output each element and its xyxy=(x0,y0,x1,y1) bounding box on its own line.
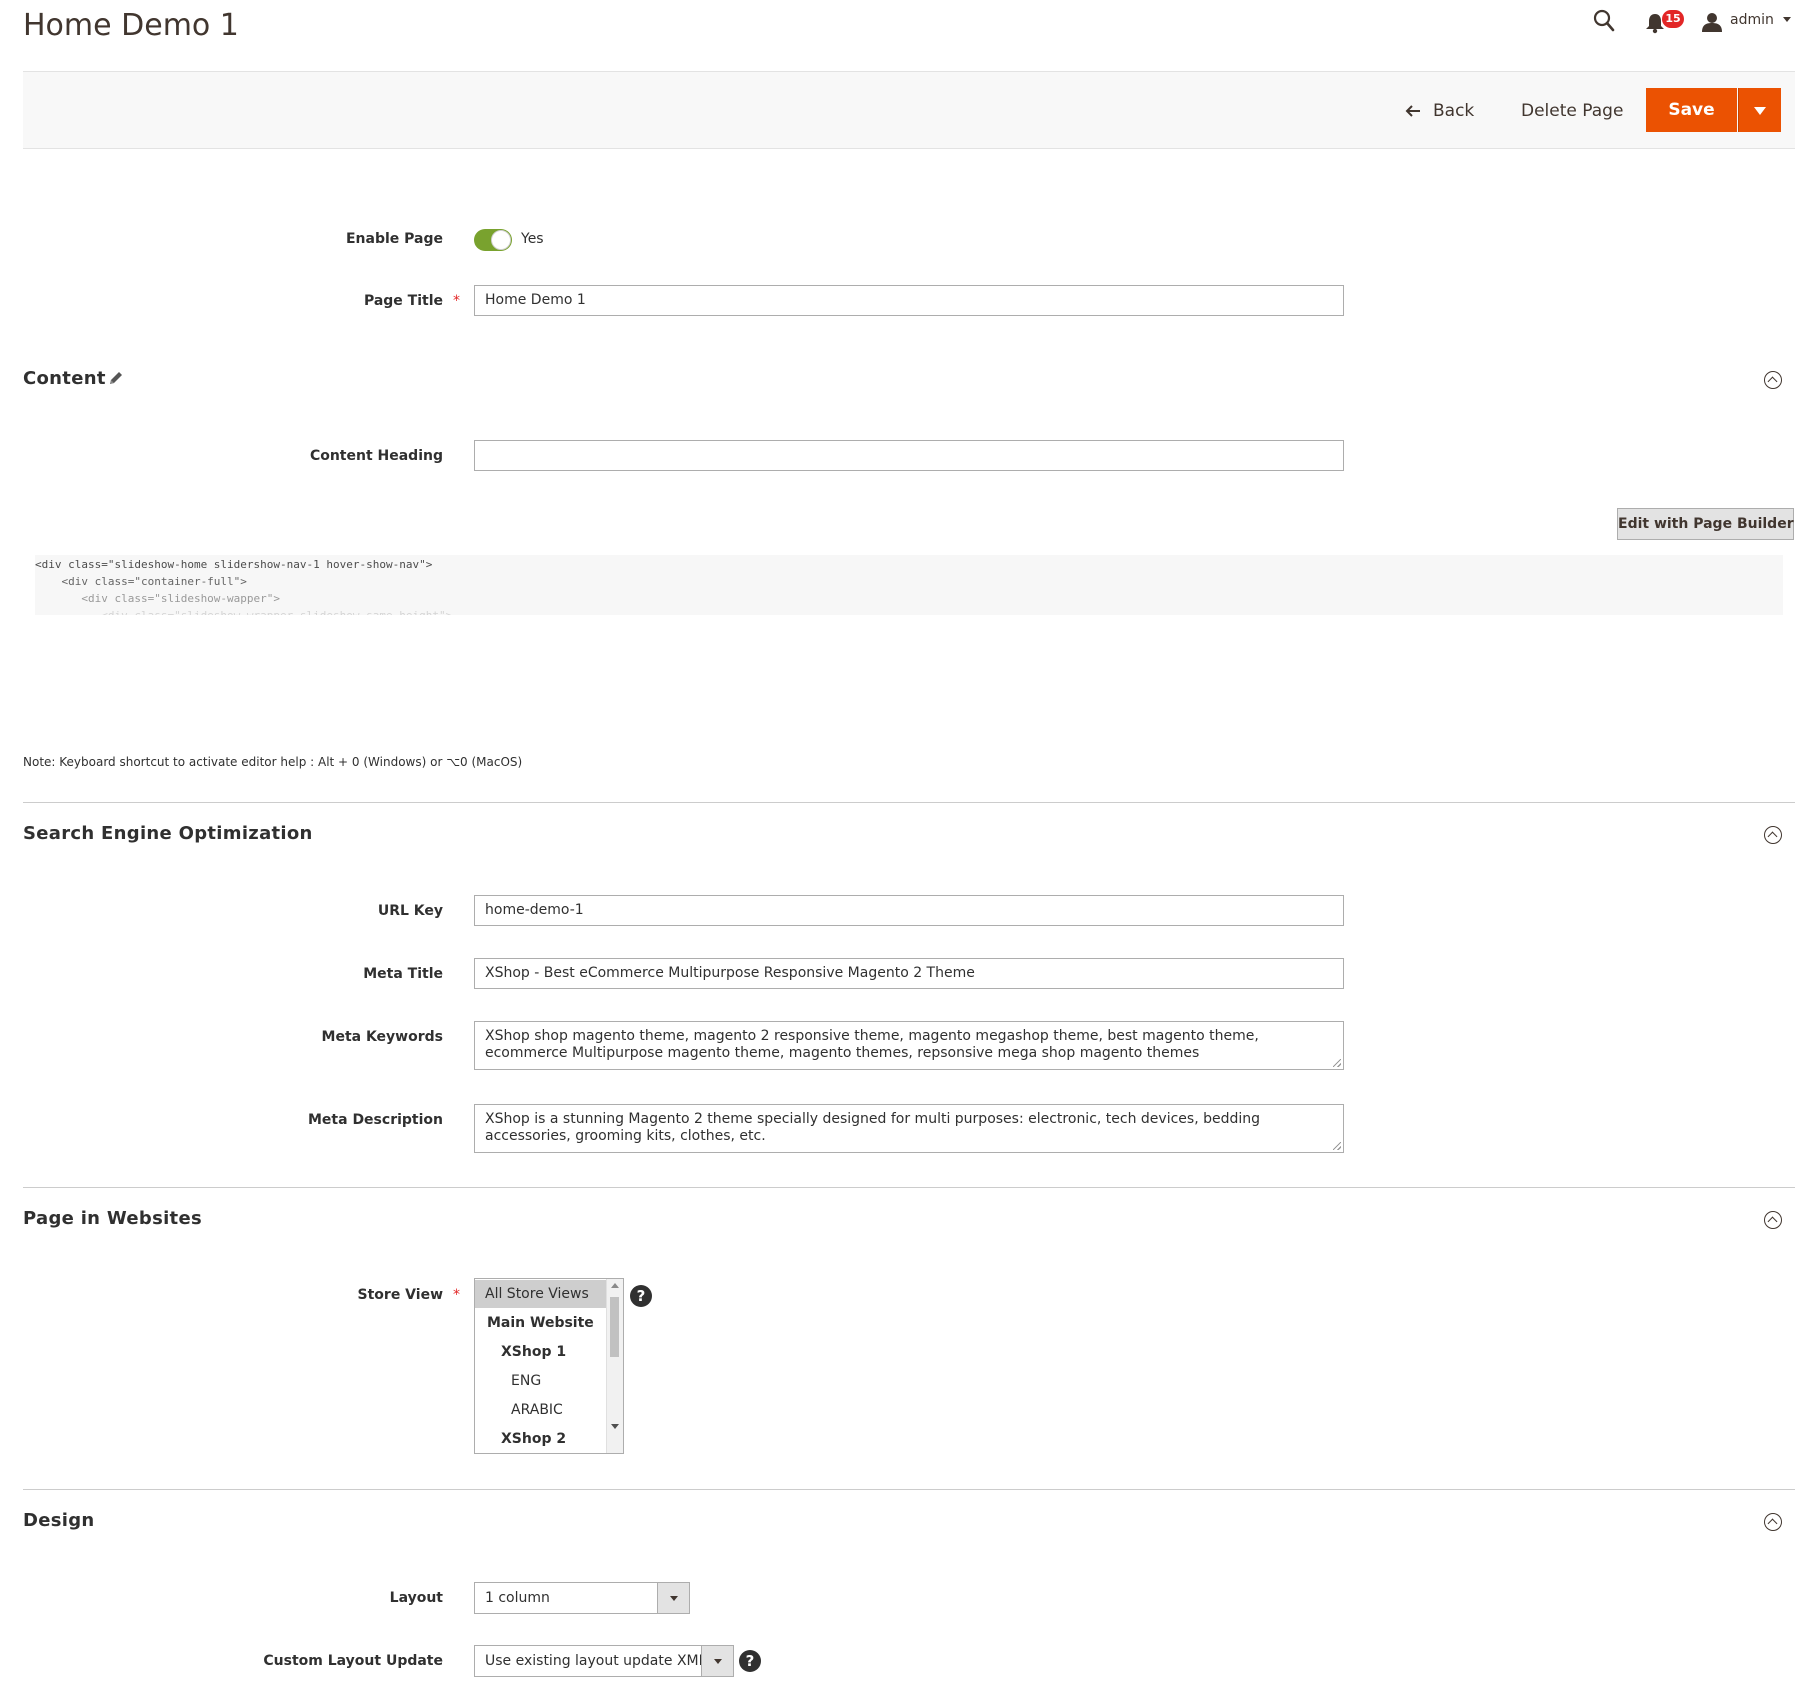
meta-description-label: Meta Description xyxy=(308,1112,443,1128)
section-divider xyxy=(23,1489,1795,1490)
design-collapse-button[interactable] xyxy=(1764,1513,1782,1531)
scrollbar[interactable] xyxy=(606,1279,623,1453)
store-view-option[interactable]: Main Website xyxy=(475,1309,606,1337)
admin-user-menu[interactable]: admin xyxy=(1730,12,1774,28)
required-indicator: * xyxy=(453,1287,460,1303)
save-button[interactable]: Save xyxy=(1646,88,1737,132)
url-key-label: URL Key xyxy=(377,903,443,919)
custom-layout-update-arrow[interactable] xyxy=(701,1646,733,1676)
code-line: <div class="container-full"> xyxy=(35,575,247,588)
enable-page-state: Yes xyxy=(521,231,544,247)
meta-title-label: Meta Title xyxy=(363,966,443,982)
save-options-dropdown[interactable] xyxy=(1738,88,1781,132)
page-title-label: Page Title xyxy=(363,293,443,309)
seo-collapse-button[interactable] xyxy=(1764,826,1782,844)
layout-select[interactable]: 1 column xyxy=(474,1582,690,1614)
store-view-help-icon[interactable]: ? xyxy=(630,1285,652,1307)
enable-page-label: Enable Page xyxy=(345,231,443,247)
scroll-up-arrow-icon[interactable] xyxy=(611,1283,619,1288)
content-heading-label: Content Heading xyxy=(309,448,443,464)
content-collapse-button[interactable] xyxy=(1764,371,1782,389)
meta-description-textarea[interactable]: XShop is a stunning Magento 2 theme spec… xyxy=(474,1104,1344,1153)
meta-keywords-textarea[interactable]: XShop shop magento theme, magento 2 resp… xyxy=(474,1021,1344,1070)
websites-section-title[interactable]: Page in Websites xyxy=(23,1208,202,1229)
content-code-editor[interactable]: <div class="slideshow-home slidershow-na… xyxy=(35,555,1783,615)
custom-layout-help-icon[interactable]: ? xyxy=(739,1650,761,1672)
store-view-option[interactable]: All Store Views xyxy=(475,1280,606,1308)
websites-collapse-button[interactable] xyxy=(1764,1211,1782,1229)
code-line: <div class="slideshow-home slidershow-na… xyxy=(35,558,433,571)
store-view-label: Store View xyxy=(357,1287,443,1303)
meta-keywords-label: Meta Keywords xyxy=(321,1029,443,1045)
arrow-left-icon xyxy=(1405,105,1420,117)
chevron-down-icon xyxy=(670,1596,678,1601)
seo-section-title[interactable]: Search Engine Optimization xyxy=(23,823,313,844)
chevron-down-icon[interactable] xyxy=(1783,17,1791,22)
section-divider xyxy=(23,802,1795,803)
design-section-title[interactable]: Design xyxy=(23,1510,95,1531)
pencil-icon[interactable] xyxy=(108,370,124,390)
custom-layout-update-label: Custom Layout Update xyxy=(263,1653,443,1669)
content-heading-input[interactable] xyxy=(474,440,1344,471)
code-line: <div class="slideshow-wapper"> xyxy=(35,592,281,605)
store-view-option[interactable]: ENG xyxy=(475,1367,606,1395)
layout-label: Layout xyxy=(389,1590,443,1606)
chevron-up-icon xyxy=(1767,1216,1778,1227)
code-line: <div class="slideshow-wrapper slideshow-… xyxy=(35,607,1783,615)
search-icon[interactable] xyxy=(1592,8,1616,38)
meta-keywords-value: XShop shop magento theme, magento 2 resp… xyxy=(485,1028,1259,1061)
chevron-up-icon xyxy=(1767,376,1778,387)
store-view-option[interactable]: XShop 1 xyxy=(475,1338,606,1366)
chevron-up-icon xyxy=(1767,1518,1778,1529)
chevron-down-icon xyxy=(714,1659,722,1664)
layout-select-arrow[interactable] xyxy=(657,1583,689,1613)
resize-handle[interactable] xyxy=(1333,1142,1341,1150)
edit-with-page-builder-button[interactable]: Edit with Page Builder xyxy=(1617,508,1794,540)
back-button[interactable]: Back xyxy=(1405,96,1474,126)
section-divider xyxy=(23,1187,1795,1188)
content-section-title[interactable]: Content xyxy=(23,368,106,389)
page-title-input[interactable]: Home Demo 1 xyxy=(474,285,1344,316)
store-view-multiselect[interactable]: All Store Views Main Website XShop 1 ENG… xyxy=(474,1278,624,1454)
notifications-count-badge[interactable]: 15 xyxy=(1662,10,1684,28)
custom-layout-update-select[interactable]: Use existing layout update XML xyxy=(474,1645,734,1677)
back-button-label: Back xyxy=(1433,101,1475,121)
required-indicator: * xyxy=(453,293,460,309)
store-view-option[interactable]: XShop 2 xyxy=(475,1425,606,1453)
scrollbar-thumb[interactable] xyxy=(610,1297,619,1357)
resize-handle[interactable] xyxy=(1333,1059,1341,1067)
store-view-option[interactable]: ARABIC xyxy=(475,1396,606,1424)
chevron-up-icon xyxy=(1767,831,1778,842)
chevron-down-icon xyxy=(1754,107,1766,115)
user-icon[interactable] xyxy=(1702,12,1722,36)
meta-description-value: XShop is a stunning Magento 2 theme spec… xyxy=(485,1111,1261,1144)
editor-shortcut-note: Note: Keyboard shortcut to activate edit… xyxy=(23,755,523,769)
scroll-down-arrow-icon[interactable] xyxy=(611,1424,619,1429)
custom-layout-update-value: Use existing layout update XML xyxy=(485,1653,707,1669)
url-key-input[interactable]: home-demo-1 xyxy=(474,895,1344,926)
toggle-knob xyxy=(491,230,511,250)
delete-page-button[interactable]: Delete Page xyxy=(1521,96,1623,126)
page-title: Home Demo 1 xyxy=(23,8,239,43)
enable-page-toggle[interactable] xyxy=(474,229,512,251)
meta-title-input[interactable]: XShop - Best eCommerce Multipurpose Resp… xyxy=(474,958,1344,989)
layout-select-value: 1 column xyxy=(485,1590,550,1606)
